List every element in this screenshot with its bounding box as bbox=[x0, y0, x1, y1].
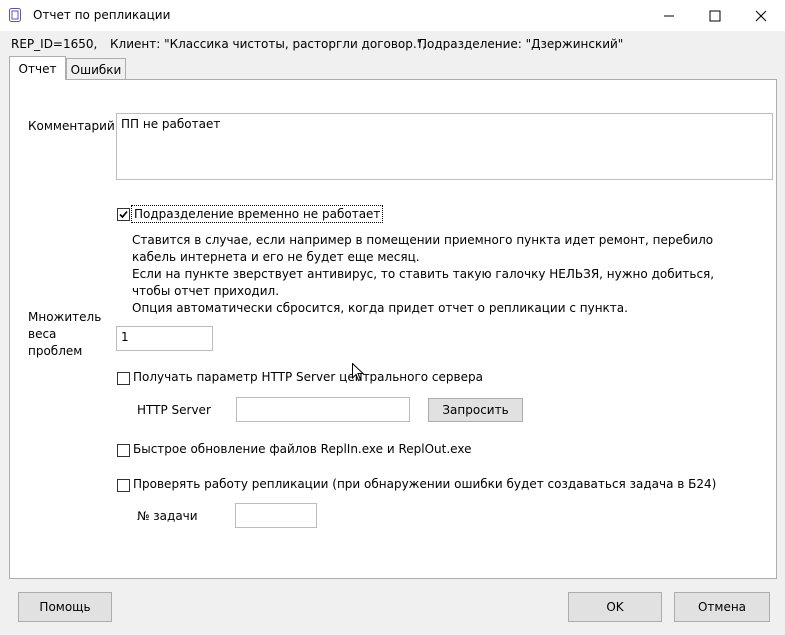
task-number-input[interactable] bbox=[235, 503, 317, 528]
window-title: Отчет по репликации bbox=[33, 8, 171, 22]
help-button-label: Помощь bbox=[39, 600, 91, 614]
weight-label: Множитель веса проблем bbox=[28, 309, 101, 360]
description-line: Ставится в случае, если например в помещ… bbox=[132, 233, 714, 247]
tab-report-label: Отчет bbox=[18, 61, 57, 76]
check-replication-checkbox[interactable] bbox=[117, 479, 130, 492]
description-line: Опция автоматически сбросится, когда при… bbox=[132, 301, 628, 315]
weight-value: 1 bbox=[121, 330, 129, 344]
minimize-icon bbox=[664, 15, 674, 16]
checkmark-icon bbox=[119, 210, 128, 219]
description-line: Если на пункте зверствует антивирус, то … bbox=[132, 267, 715, 281]
close-button[interactable] bbox=[738, 0, 784, 31]
http-param-label[interactable]: Получать параметр HTTP Server центрально… bbox=[133, 370, 483, 384]
close-icon bbox=[755, 10, 767, 21]
tab-errors-label: Ошибки bbox=[70, 62, 122, 77]
mouse-cursor-icon bbox=[352, 362, 365, 385]
fast-update-label[interactable]: Быстрое обновление файлов ReplIn.exe и R… bbox=[133, 442, 471, 456]
maximize-icon bbox=[709, 10, 721, 21]
tab-errors[interactable]: Ошибки bbox=[66, 58, 126, 80]
http-server-label: HTTP Server bbox=[137, 403, 211, 417]
cancel-button[interactable]: Отмена bbox=[674, 592, 770, 622]
request-button[interactable]: Запросить bbox=[428, 398, 523, 422]
department-text: Подразделение: "Дзержинский" bbox=[418, 37, 624, 51]
ok-button-label: OK bbox=[606, 600, 624, 614]
request-button-label: Запросить bbox=[442, 403, 509, 417]
tab-report[interactable]: Отчет bbox=[9, 56, 66, 80]
description-line: кабель интернета и его не будет еще меся… bbox=[132, 250, 420, 264]
dept-disabled-label[interactable]: Подразделение временно не работает bbox=[131, 205, 384, 223]
client-text: Клиент: "Классика чистоты, расторгли дог… bbox=[110, 37, 427, 51]
http-server-input[interactable] bbox=[236, 397, 410, 422]
description-line: чтобы отчет приходил. bbox=[132, 284, 280, 298]
cancel-button-label: Отмена bbox=[697, 600, 747, 614]
weight-label-line: Множитель bbox=[28, 310, 102, 324]
http-param-checkbox[interactable] bbox=[117, 372, 130, 385]
maximize-button[interactable] bbox=[692, 0, 738, 31]
help-button[interactable]: Помощь bbox=[18, 592, 112, 622]
weight-label-line: проблем bbox=[28, 344, 83, 358]
comment-value: ПП не работает bbox=[121, 117, 221, 131]
app-icon bbox=[9, 8, 21, 22]
rep-id-text: REP_ID=1650, bbox=[11, 37, 98, 51]
task-number-label: № задачи bbox=[137, 509, 198, 523]
check-replication-label[interactable]: Проверять работу репликации (при обнаруж… bbox=[133, 477, 716, 491]
fast-update-checkbox[interactable] bbox=[117, 444, 130, 457]
weight-label-line: веса bbox=[28, 327, 57, 341]
minimize-button[interactable] bbox=[646, 0, 692, 31]
dept-disabled-checkbox[interactable] bbox=[117, 208, 130, 221]
dept-disabled-description: Ставится в случае, если например в помещ… bbox=[132, 232, 732, 317]
ok-button[interactable]: OK bbox=[568, 592, 662, 622]
comment-label: Комментарий bbox=[28, 119, 115, 133]
comment-field[interactable]: ПП не работает bbox=[116, 113, 773, 180]
weight-input[interactable]: 1 bbox=[116, 326, 213, 351]
